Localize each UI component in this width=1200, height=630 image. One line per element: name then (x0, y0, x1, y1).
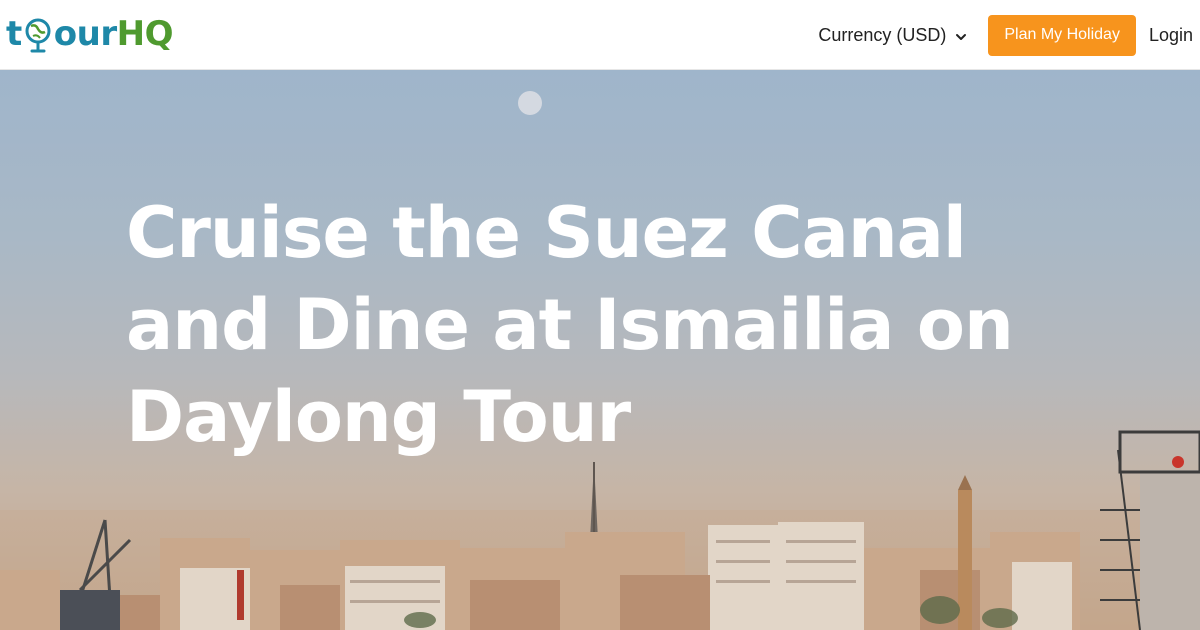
plan-my-holiday-button[interactable]: Plan My Holiday (988, 14, 1136, 56)
site-header: t our HQ Currency (USD) Plan My Holiday … (0, 0, 1200, 70)
logo-text-t: t (6, 14, 22, 54)
currency-label: Currency (USD) (818, 24, 947, 45)
currency-selector[interactable]: Currency (USD) (818, 25, 968, 46)
login-link[interactable]: Login (1149, 25, 1193, 46)
hero-title: Cruise the Suez Canal and Dine at Ismail… (126, 192, 1014, 458)
logo-text-our: our (53, 14, 117, 54)
hero-banner: Cruise the Suez Canal and Dine at Ismail… (0, 70, 1200, 630)
header-nav: Currency (USD) Plan My Holiday Login (818, 0, 1200, 70)
tourhq-logo[interactable]: t our HQ (6, 12, 173, 56)
globe-icon (23, 12, 53, 56)
chevron-down-icon (954, 28, 968, 42)
logo-text-hq: HQ (116, 14, 174, 54)
